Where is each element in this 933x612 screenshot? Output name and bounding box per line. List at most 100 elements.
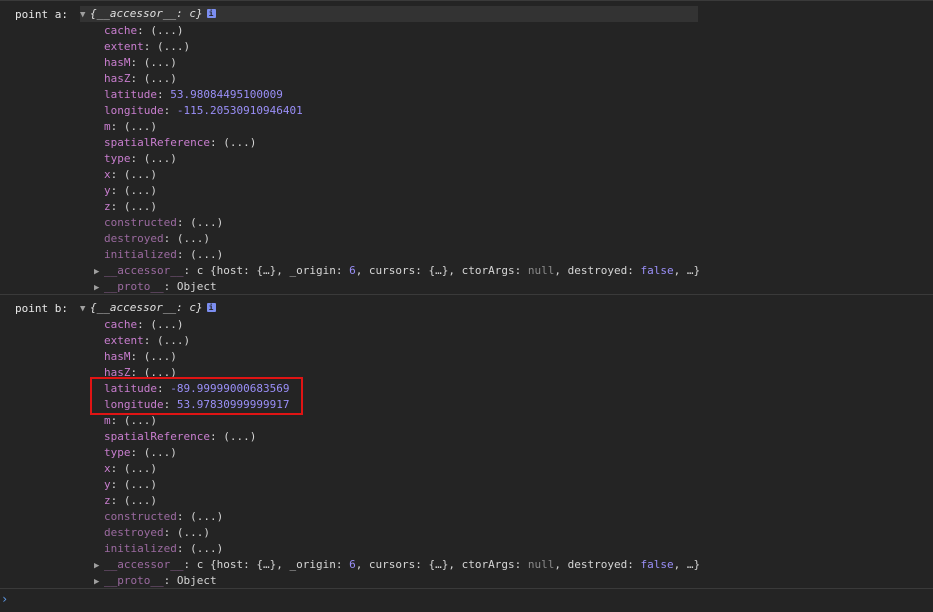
object-header[interactable]: ▼ {__accessor__: c} i	[80, 300, 216, 316]
property-row[interactable]: destroyed: (...)	[104, 525, 210, 541]
property-row[interactable]: cache: (...)	[104, 317, 184, 333]
property-key: type	[104, 446, 131, 459]
property-key: m	[104, 120, 111, 133]
collapsed-triangle-icon[interactable]: ▶	[94, 558, 104, 574]
proto-key: __proto__	[104, 280, 164, 293]
property-value: (...)	[190, 248, 224, 261]
property-row[interactable]: hasZ: (...)	[104, 71, 177, 87]
property-key: cache	[104, 318, 138, 331]
property-key: spatialReference	[104, 136, 210, 149]
property-key: x	[104, 168, 111, 181]
accessor-preview-1: {host: {…}, _origin:	[209, 264, 350, 277]
property-row[interactable]: y: (...)	[104, 183, 157, 199]
proto-row[interactable]: ▶ __proto__: Object	[94, 573, 217, 589]
property-key: latitude	[104, 88, 157, 101]
entry-label: point a:	[15, 8, 68, 21]
property-row[interactable]: x: (...)	[104, 461, 157, 477]
accessor-key: __accessor__	[104, 264, 184, 277]
object-name: __accessor__: c	[96, 301, 196, 314]
property-value: (...)	[123, 462, 157, 475]
property-value: (...)	[150, 24, 184, 37]
property-row[interactable]: spatialReference: (...)	[104, 429, 256, 445]
property-row[interactable]: x: (...)	[104, 167, 157, 183]
accessor-ctor: null	[527, 558, 555, 571]
property-key: hasZ	[104, 72, 131, 85]
info-icon[interactable]: i	[206, 9, 216, 18]
highlight-annotation-box	[90, 377, 303, 415]
accessor-row[interactable]: ▶ __accessor__: c {host: {…}, _origin: 6,…	[94, 263, 700, 279]
accessor-preview-4: , …}	[673, 264, 701, 277]
proto-key: __proto__	[104, 574, 164, 587]
property-key: x	[104, 462, 111, 475]
property-value: (...)	[157, 40, 191, 53]
property-value: (...)	[176, 526, 210, 539]
accessor-destroyed: false	[640, 558, 674, 571]
property-key: m	[104, 414, 111, 427]
property-value: (...)	[143, 72, 177, 85]
collapsed-triangle-icon[interactable]: ▶	[94, 264, 104, 280]
open-brace: {	[90, 7, 97, 20]
accessor-destroyed: false	[640, 264, 674, 277]
property-value: (...)	[123, 414, 157, 427]
property-row[interactable]: constructed: (...)	[104, 509, 223, 525]
property-key: hasM	[104, 350, 131, 363]
property-row[interactable]: initialized: (...)	[104, 247, 223, 263]
property-row[interactable]: hasM: (...)	[104, 55, 177, 71]
property-row[interactable]: hasM: (...)	[104, 349, 177, 365]
property-key: z	[104, 494, 111, 507]
info-icon[interactable]: i	[206, 303, 216, 312]
object-name: __accessor__: c	[96, 7, 196, 20]
property-key: initialized	[104, 248, 177, 261]
accessor-preview-2: , cursors: {…}, ctorArgs:	[355, 264, 528, 277]
property-key: spatialReference	[104, 430, 210, 443]
property-value: (...)	[143, 350, 177, 363]
property-key: type	[104, 152, 131, 165]
property-row[interactable]: z: (...)	[104, 199, 157, 215]
entry-label: point b:	[15, 302, 68, 315]
expand-triangle-icon[interactable]: ▼	[80, 301, 90, 317]
property-value: (...)	[223, 430, 257, 443]
expand-triangle-icon[interactable]: ▼	[80, 7, 90, 23]
property-key: cache	[104, 24, 138, 37]
object-header[interactable]: ▼ {__accessor__: c} i	[80, 6, 698, 22]
property-row[interactable]: destroyed: (...)	[104, 231, 210, 247]
accessor-ctor: null	[527, 264, 555, 277]
console-entry-point-a: point a: ▼ {__accessor__: c} i cache: (...…	[0, 0, 933, 295]
property-value: (...)	[190, 542, 224, 555]
property-row[interactable]: initialized: (...)	[104, 541, 223, 557]
property-value: (...)	[123, 184, 157, 197]
property-key: destroyed	[104, 526, 164, 539]
property-row[interactable]: longitude: -115.20530910946401	[104, 103, 303, 119]
property-value: (...)	[223, 136, 257, 149]
property-row[interactable]: constructed: (...)	[104, 215, 223, 231]
console-input-row[interactable]: ›	[0, 588, 933, 612]
accessor-origin: 6	[349, 558, 356, 571]
property-key: z	[104, 200, 111, 213]
property-value: 53.98084495100009	[170, 88, 283, 101]
property-key: extent	[104, 334, 144, 347]
property-row[interactable]: y: (...)	[104, 477, 157, 493]
property-row[interactable]: spatialReference: (...)	[104, 135, 256, 151]
property-row[interactable]: latitude: 53.98084495100009	[104, 87, 283, 103]
proto-row[interactable]: ▶ __proto__: Object	[94, 279, 217, 295]
property-key: constructed	[104, 216, 177, 229]
property-row[interactable]: z: (...)	[104, 493, 157, 509]
property-value: (...)	[123, 494, 157, 507]
property-value: (...)	[123, 168, 157, 181]
accessor-preview-2: , cursors: {…}, ctorArgs:	[355, 558, 528, 571]
property-row[interactable]: type: (...)	[104, 151, 177, 167]
property-row[interactable]: type: (...)	[104, 445, 177, 461]
property-key: y	[104, 478, 111, 491]
property-row[interactable]: cache: (...)	[104, 23, 184, 39]
property-key: constructed	[104, 510, 177, 523]
proto-value: Object	[176, 280, 217, 293]
accessor-row[interactable]: ▶ __accessor__: c {host: {…}, _origin: 6,…	[94, 557, 700, 573]
property-row[interactable]: extent: (...)	[104, 39, 190, 55]
close-brace: }	[195, 301, 203, 314]
devtools-console: point a: ▼ {__accessor__: c} i cache: (...…	[0, 0, 933, 612]
open-brace: {	[90, 301, 97, 314]
property-row[interactable]: m: (...)	[104, 119, 157, 135]
property-row[interactable]: extent: (...)	[104, 333, 190, 349]
property-row[interactable]: m: (...)	[104, 413, 157, 429]
property-value: (...)	[143, 152, 177, 165]
